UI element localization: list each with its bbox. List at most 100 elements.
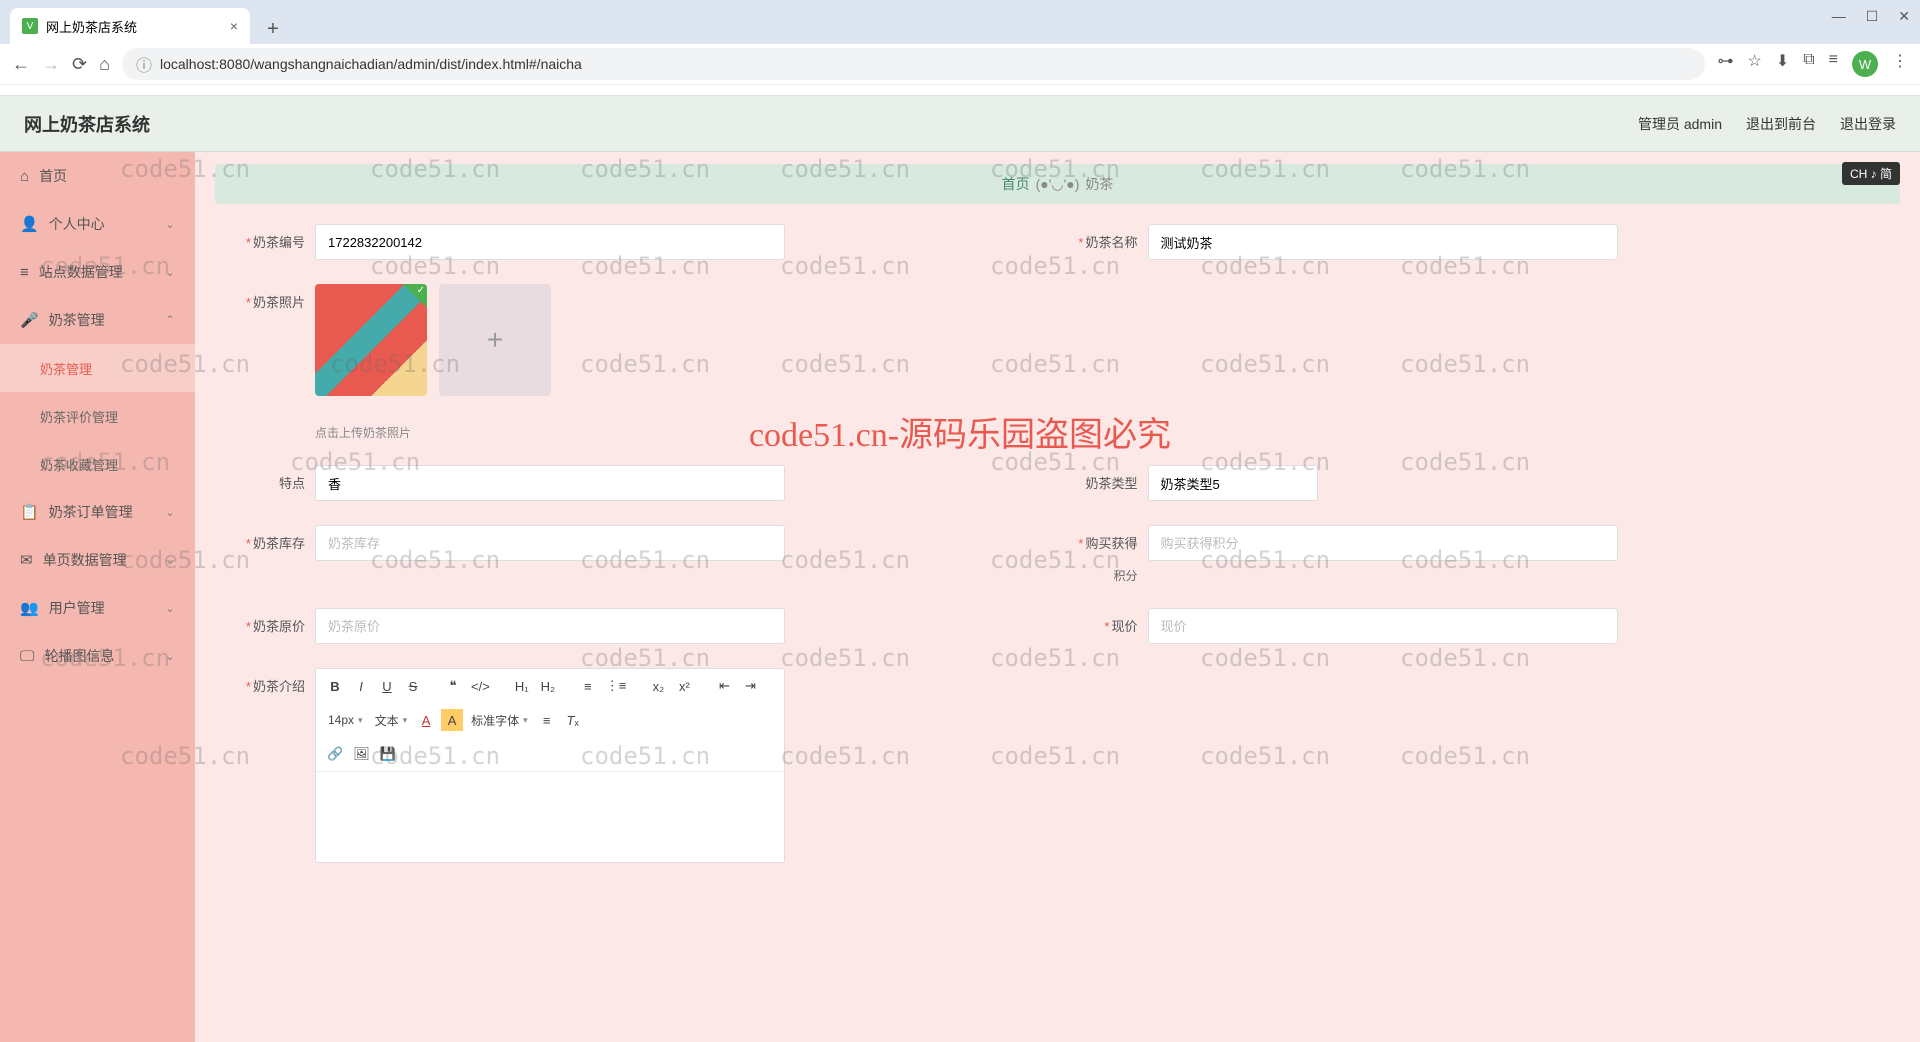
image-icon[interactable]: 🖼 [350,743,373,765]
logout-link[interactable]: 退出登录 [1840,114,1896,134]
chevron-up-icon: ⌃ [165,313,175,327]
chevron-down-icon: ⌄ [165,505,175,519]
mail-icon: ✉ [20,551,33,569]
app-title: 网上奶茶店系统 [24,111,150,137]
close-tab-icon[interactable]: × [230,18,238,34]
ul-icon[interactable]: ⋮≡ [603,675,630,697]
points-label: 购买获得 [1085,536,1137,551]
chevron-down-icon: ⌄ [165,265,175,279]
ime-indicator: CH ♪ 简 [1842,162,1900,185]
sidebar: ⌂首页 👤个人中心⌄ ≡站点数据管理⌄ 🎤奶茶管理⌃ 奶茶管理 奶茶评价管理 奶… [0,152,195,1042]
sidebar-item-order[interactable]: 📋奶茶订单管理⌄ [0,488,195,536]
fontsize-select[interactable]: 14px▾ [324,713,367,727]
users-icon: 👥 [20,599,39,617]
sidebar-item-personal[interactable]: 👤个人中心⌄ [0,200,195,248]
points-sublabel: 积分 [1058,567,1148,584]
close-window-icon[interactable]: ✕ [1898,8,1910,25]
key-icon[interactable]: ⊶ [1717,51,1733,77]
sidebar-sub-review[interactable]: 奶茶评价管理 [0,392,195,440]
sub-icon[interactable]: x₂ [647,675,669,697]
profile-avatar[interactable]: W [1852,51,1878,77]
feature-label: 特点 [279,476,305,491]
user-label[interactable]: 管理员 admin [1638,114,1722,134]
list-icon: ≡ [20,264,29,281]
h2-icon[interactable]: H₂ [537,675,559,697]
h1-icon[interactable]: H₁ [511,675,533,697]
name-label: 奶茶名称 [1085,235,1137,250]
sidebar-item-page[interactable]: ✉单页数据管理⌄ [0,536,195,584]
site-info-icon[interactable]: ⓘ [136,52,152,76]
download-icon[interactable]: ⬇ [1776,51,1789,77]
new-tab-button[interactable]: + [258,14,288,44]
home-icon[interactable]: ⌂ [99,54,110,75]
home-icon: ⌂ [20,168,29,185]
browser-tab[interactable]: V 网上奶茶店系统 × [10,8,250,44]
underline-icon[interactable]: U [376,675,398,697]
sidebar-item-tea[interactable]: 🎤奶茶管理⌃ [0,296,195,344]
photo-label: 奶茶照片 [253,295,305,310]
type-label: 奶茶类型 [1085,476,1137,491]
points-input[interactable] [1148,525,1618,561]
user-icon: 👤 [20,215,39,233]
type-select[interactable] [1148,465,1318,501]
chevron-down-icon: ⌄ [165,649,175,663]
intro-label: 奶茶介绍 [253,679,305,694]
texttype-select[interactable]: 文本▾ [371,712,412,729]
minimize-icon[interactable]: — [1832,8,1846,25]
reload-icon[interactable]: ⟳ [72,54,87,75]
quote-icon[interactable]: ❝ [442,675,464,697]
sup-icon[interactable]: x² [673,675,695,697]
order-icon: 📋 [20,503,39,521]
maximize-icon[interactable]: ☐ [1866,8,1879,25]
exit-front-link[interactable]: 退出到前台 [1746,114,1816,134]
sidebar-item-data[interactable]: ≡站点数据管理⌄ [0,248,195,296]
url-text: localhost:8080/wangshangnaichadian/admin… [160,56,1691,72]
upload-hint: 点击上传奶茶照片 [315,424,785,441]
vue-icon: V [22,18,38,34]
stock-label: 奶茶库存 [253,536,305,551]
fontfamily-select[interactable]: 标准字体▾ [467,712,532,729]
chevron-down-icon: ⌄ [165,601,175,615]
price-label: 现价 [1111,619,1137,634]
origprice-input[interactable] [315,608,785,644]
id-input[interactable] [315,224,785,260]
breadcrumb-sep: (●'◡'●) [1036,176,1080,193]
sidebar-item-user[interactable]: 👥用户管理⌄ [0,584,195,632]
stock-input[interactable] [315,525,785,561]
price-input[interactable] [1148,608,1618,644]
strike-icon[interactable]: S [402,675,424,697]
bold-icon[interactable]: B [324,675,346,697]
italic-icon[interactable]: I [350,675,372,697]
outdent-icon[interactable]: ⇥ [739,675,761,697]
sidebar-sub-collect[interactable]: 奶茶收藏管理 [0,440,195,488]
ol-icon[interactable]: ≡ [577,675,599,697]
uploaded-image[interactable]: ✓ [315,284,427,396]
sidebar-sub-tea[interactable]: 奶茶管理 [0,344,195,392]
back-icon[interactable]: ← [12,54,30,75]
menu-icon[interactable]: ⋮ [1892,51,1908,77]
align-icon[interactable]: ≡ [536,709,558,731]
link-icon[interactable]: 🔗 [324,743,346,765]
extension-icon[interactable]: ⧉ [1803,51,1814,77]
bgcolor-icon[interactable]: A [441,709,463,731]
sidebar-item-home[interactable]: ⌂首页 [0,152,195,200]
origprice-label: 奶茶原价 [253,619,305,634]
breadcrumb-home[interactable]: 首页 [1002,174,1030,194]
save-icon[interactable]: 💾 [377,743,399,765]
chevron-down-icon: ⌄ [165,217,175,231]
star-icon[interactable]: ☆ [1747,51,1761,77]
panel-icon[interactable]: ≡ [1829,51,1838,77]
textcolor-icon[interactable]: A [415,709,437,731]
breadcrumb-current: 奶茶 [1085,174,1113,194]
indent-icon[interactable]: ⇤ [713,675,735,697]
upload-add-button[interactable]: + [439,284,551,396]
editor-content[interactable] [316,772,784,862]
address-bar[interactable]: ⓘ localhost:8080/wangshangnaichadian/adm… [122,48,1706,80]
app-header: 网上奶茶店系统 管理员 admin 退出到前台 退出登录 [0,96,1920,152]
name-input[interactable] [1148,224,1618,260]
sidebar-item-carousel[interactable]: 🖵轮播图信息⌄ [0,632,195,680]
code-icon[interactable]: </> [468,675,493,697]
id-label: 奶茶编号 [253,235,305,250]
feature-input[interactable] [315,465,785,501]
clear-icon[interactable]: Tₓ [562,709,584,731]
